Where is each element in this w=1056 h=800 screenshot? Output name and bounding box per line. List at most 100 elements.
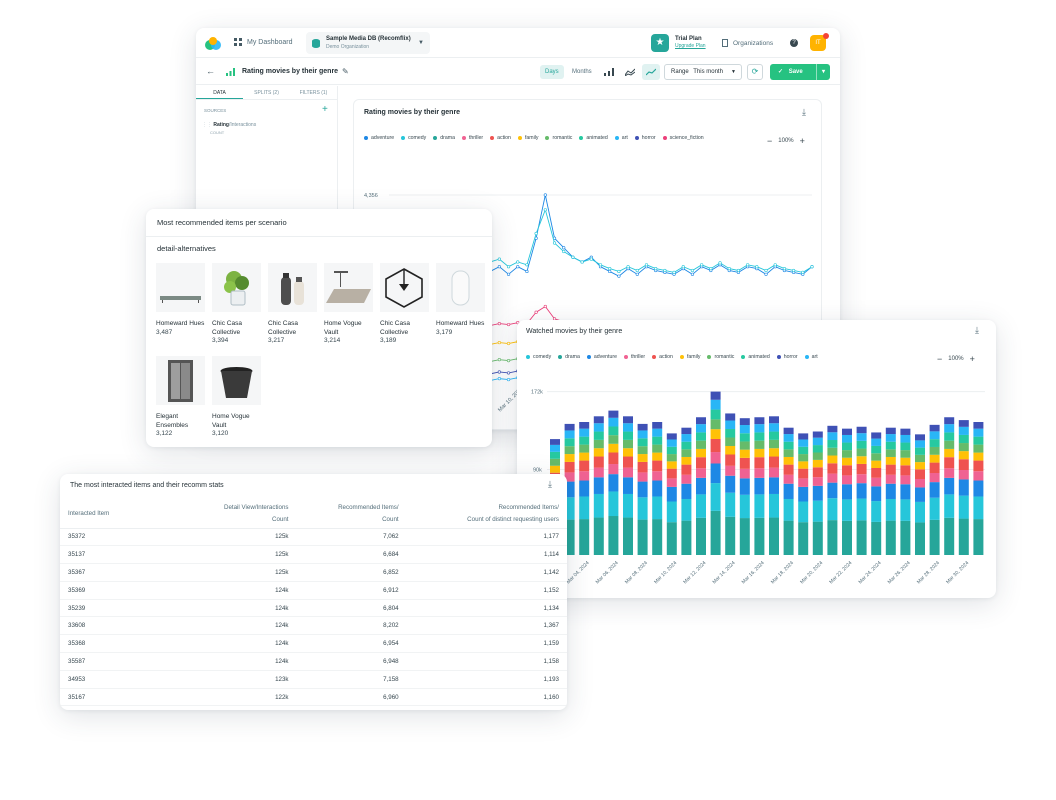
bar-segment-horror[interactable] <box>579 422 590 429</box>
bar-segment-comedy[interactable] <box>973 496 984 520</box>
data-point[interactable] <box>746 263 750 267</box>
bar-segment-art[interactable] <box>666 439 677 447</box>
data-point[interactable] <box>497 340 501 345</box>
bar-segment-action[interactable] <box>579 460 590 472</box>
bar-segment-horror[interactable] <box>754 417 765 425</box>
bar-segment-animated[interactable] <box>564 438 575 447</box>
line-chart-type-button[interactable] <box>642 64 660 80</box>
bar-segment-action[interactable] <box>725 454 736 466</box>
bar-segment-animated[interactable] <box>915 447 925 455</box>
bar-segment-adventure[interactable] <box>798 486 809 502</box>
data-point[interactable] <box>506 377 511 382</box>
data-point[interactable] <box>608 269 612 274</box>
legend-item[interactable]: drama <box>433 135 455 141</box>
legend-item[interactable]: science_fiction <box>662 135 704 141</box>
bar-segment-family[interactable] <box>593 448 604 457</box>
bar-segment-action[interactable] <box>973 460 984 472</box>
bar-segment-romantic[interactable] <box>798 454 809 462</box>
table-row[interactable]: 35369 124k 6,912 1,152 <box>60 581 567 600</box>
bar-segment-romantic[interactable] <box>885 449 896 457</box>
data-point[interactable] <box>635 268 639 273</box>
bar-segment-drama[interactable] <box>637 519 648 555</box>
bar-segment-horror[interactable] <box>915 434 925 441</box>
data-point[interactable] <box>690 268 695 273</box>
bar-segment-comedy[interactable] <box>798 501 809 523</box>
bar-segment-art[interactable] <box>564 430 575 439</box>
bar-segment-art[interactable] <box>652 428 663 437</box>
bar-segment-adventure[interactable] <box>623 477 633 494</box>
bar-segment-art[interactable] <box>696 424 706 433</box>
bar-segment-drama[interactable] <box>827 520 838 555</box>
download-icon[interactable]: ⤓ <box>975 325 979 336</box>
table-row[interactable]: 33608 124k 8,202 1,367 <box>60 616 567 636</box>
bar-segment-art[interactable] <box>623 423 633 432</box>
data-point[interactable] <box>773 263 777 267</box>
bar-segment-adventure[interactable] <box>710 463 721 484</box>
bar-segment-action[interactable] <box>783 464 794 475</box>
bar-segment-thriller[interactable] <box>681 474 692 484</box>
legend-item[interactable]: comedy <box>401 135 426 141</box>
bar-segment-horror[interactable] <box>798 433 809 440</box>
bar-segment-thriller[interactable] <box>900 475 911 485</box>
organizations-link[interactable]: Organizations <box>722 39 773 47</box>
bar-segment-drama[interactable] <box>696 517 706 555</box>
logo-icon[interactable] <box>204 36 222 50</box>
bar-segment-thriller[interactable] <box>885 474 896 484</box>
bar-segment-thriller[interactable] <box>812 477 823 486</box>
legend-item[interactable]: comedy <box>526 354 551 360</box>
bar-segment-adventure[interactable] <box>754 477 765 495</box>
data-point[interactable] <box>598 263 603 267</box>
bar-segment-animated[interactable] <box>842 442 852 451</box>
bar-segment-thriller[interactable] <box>579 471 590 481</box>
bar-segment-adventure[interactable] <box>681 483 692 499</box>
bar-segment-action[interactable] <box>812 467 823 478</box>
bar-segment-action[interactable] <box>900 465 911 476</box>
bar-segment-comedy[interactable] <box>754 494 765 518</box>
dashboard-link[interactable]: My Dashboard <box>234 38 293 46</box>
table-row[interactable]: 35372 125k 7,062 1,177 <box>60 528 567 547</box>
bar-segment-family[interactable] <box>783 456 794 465</box>
bar-segment-family[interactable] <box>871 460 882 468</box>
bar-segment-thriller[interactable] <box>915 478 925 488</box>
bar-segment-animated[interactable] <box>944 432 955 441</box>
bar-segment-adventure[interactable] <box>696 477 706 495</box>
bar-segment-thriller[interactable] <box>842 475 852 485</box>
bar-segment-thriller[interactable] <box>958 470 969 480</box>
bar-segment-comedy[interactable] <box>856 498 867 521</box>
legend-item[interactable]: art <box>804 354 818 360</box>
bar-segment-horror[interactable] <box>958 420 969 427</box>
bar-segment-art[interactable] <box>900 434 911 443</box>
recommended-item[interactable]: Home Vogue Vault 3,120 <box>212 356 262 437</box>
data-point[interactable] <box>644 263 649 267</box>
bar-segment-drama[interactable] <box>623 517 633 555</box>
data-point[interactable] <box>497 265 501 269</box>
bar-segment-thriller[interactable] <box>871 477 882 487</box>
table-row[interactable]: 35167 122k 6,960 1,160 <box>60 688 567 707</box>
data-point[interactable] <box>709 266 713 271</box>
bar-segment-art[interactable] <box>944 424 955 433</box>
bar-segment-action[interactable] <box>623 456 633 468</box>
bar-segment-drama[interactable] <box>608 516 619 555</box>
bar-segment-family[interactable] <box>608 443 619 453</box>
bar-segment-animated[interactable] <box>550 451 560 459</box>
bar-segment-horror[interactable] <box>900 428 911 435</box>
pencil-icon[interactable]: ✎ <box>342 67 349 76</box>
legend-item[interactable]: drama <box>558 354 580 360</box>
bar-segment-family[interactable] <box>564 454 575 462</box>
bar-segment-drama[interactable] <box>666 522 677 555</box>
table-row[interactable]: 35367 125k 6,852 1,142 <box>60 563 567 582</box>
data-point[interactable] <box>700 263 704 267</box>
bar-segment-comedy[interactable] <box>681 498 692 521</box>
bar-segment-art[interactable] <box>885 434 896 442</box>
bar-segment-comedy[interactable] <box>812 500 823 522</box>
bar-segment-thriller[interactable] <box>696 468 706 478</box>
bar-segment-art[interactable] <box>958 426 969 435</box>
data-point[interactable] <box>506 322 511 327</box>
bar-segment-animated[interactable] <box>681 441 692 450</box>
bar-segment-action[interactable] <box>652 460 663 472</box>
bar-segment-horror[interactable] <box>973 422 984 429</box>
bar-segment-drama[interactable] <box>798 522 809 555</box>
data-point[interactable] <box>497 358 501 362</box>
bar-segment-action[interactable] <box>608 452 619 465</box>
bar-segment-action[interactable] <box>593 456 604 468</box>
